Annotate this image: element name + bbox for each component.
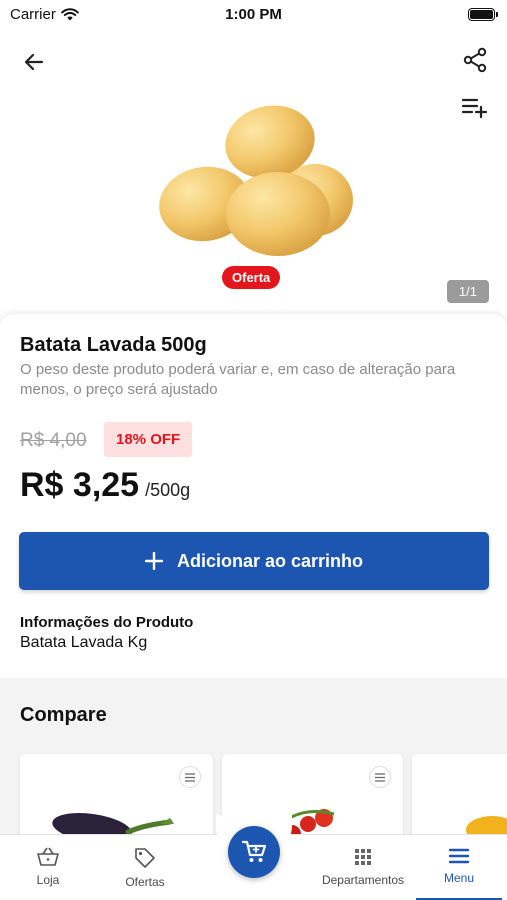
add-to-cart-button[interactable]: Adicionar ao carrinho	[19, 532, 489, 590]
arrow-left-icon	[24, 53, 44, 71]
status-bar: Carrier 1:00 PM	[0, 0, 507, 30]
offer-badge: Oferta	[222, 266, 281, 289]
plus-icon	[144, 552, 163, 570]
product-details: Batata Lavada 500g O peso deste produto …	[0, 314, 507, 684]
nav-item-departamentos[interactable]: Departamentos	[316, 835, 410, 900]
weight-note: O peso deste produto poderá variar e, em…	[20, 361, 456, 398]
tag-icon	[135, 848, 155, 868]
current-price: R$ 3,25	[20, 466, 140, 504]
playlist-add-icon	[462, 98, 488, 119]
cart-button[interactable]	[228, 826, 280, 878]
price-row: R$ 3,25 /500g	[20, 466, 190, 505]
product-image	[159, 105, 353, 256]
product-info-value: Batata Lavada Kg	[20, 634, 148, 651]
compare-title: Compare	[20, 704, 107, 726]
grid-icon	[355, 849, 371, 865]
share-button[interactable]	[459, 44, 491, 76]
nav-item-ofertas[interactable]: Ofertas	[112, 835, 178, 900]
nav-item-menu[interactable]: Menu	[416, 835, 502, 900]
battery-icon	[468, 8, 498, 21]
product-gallery: Oferta 1/1	[0, 30, 507, 330]
basket-icon	[37, 847, 59, 866]
product-title: Batata Lavada 500g	[20, 334, 207, 356]
nav-item-loja[interactable]: Loja	[18, 835, 78, 900]
discount-badge: 18% OFF	[104, 422, 193, 457]
clock: 1:00 PM	[225, 6, 282, 23]
product-info-title: Informações do Produto	[20, 614, 194, 631]
old-price: R$ 4,00	[20, 430, 87, 451]
add-to-list-button[interactable]	[459, 92, 491, 124]
image-counter: 1/1	[446, 280, 489, 303]
cart-icon	[241, 840, 267, 862]
share-icon	[463, 47, 487, 73]
nav-label-ofertas: Ofertas	[125, 875, 165, 889]
nav-label-menu: Menu	[443, 871, 475, 885]
nav-label-departamentos: Departamentos	[321, 873, 405, 887]
back-button[interactable]	[18, 46, 50, 78]
price-unit: /500g	[145, 480, 191, 500]
add-to-cart-label: Adicionar ao carrinho	[176, 550, 364, 571]
nav-label-loja: Loja	[36, 873, 60, 887]
menu-icon	[448, 848, 470, 864]
